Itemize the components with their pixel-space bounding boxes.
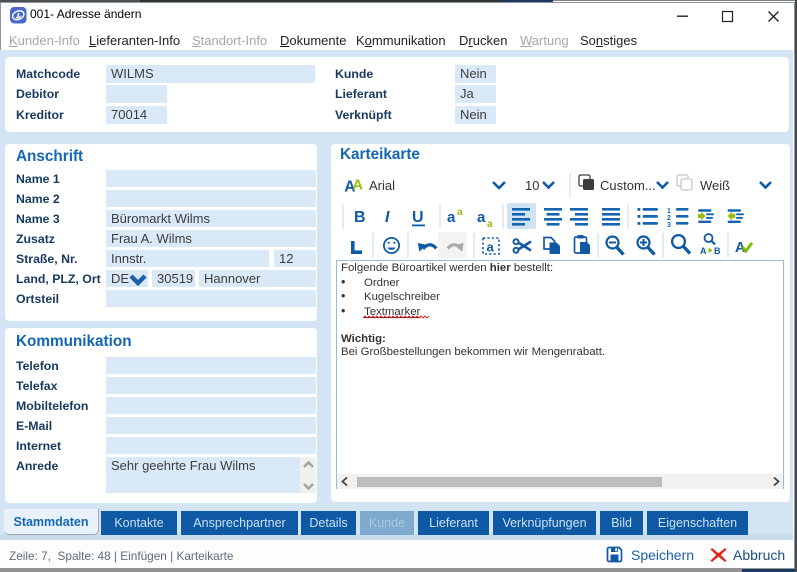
svg-text:a: a bbox=[447, 209, 456, 226]
svg-text:Arial: Arial bbox=[369, 178, 395, 193]
svg-text:a: a bbox=[457, 207, 463, 218]
svg-text:I: I bbox=[385, 209, 390, 226]
svg-text:U: U bbox=[412, 209, 424, 226]
svg-text:a: a bbox=[487, 240, 495, 255]
svg-text:Weiß: Weiß bbox=[700, 178, 730, 193]
svg-text:Custom...: Custom... bbox=[600, 178, 656, 193]
svg-text:B: B bbox=[354, 209, 366, 226]
svg-text:2: 2 bbox=[667, 215, 671, 222]
svg-text:A: A bbox=[700, 246, 707, 256]
svg-text:A: A bbox=[352, 177, 363, 194]
svg-text:B: B bbox=[714, 246, 721, 256]
svg-text:3: 3 bbox=[667, 222, 671, 229]
svg-text:10: 10 bbox=[525, 178, 539, 193]
svg-text:a: a bbox=[477, 209, 486, 226]
svg-text:1: 1 bbox=[667, 208, 671, 215]
svg-text:a: a bbox=[487, 219, 493, 230]
